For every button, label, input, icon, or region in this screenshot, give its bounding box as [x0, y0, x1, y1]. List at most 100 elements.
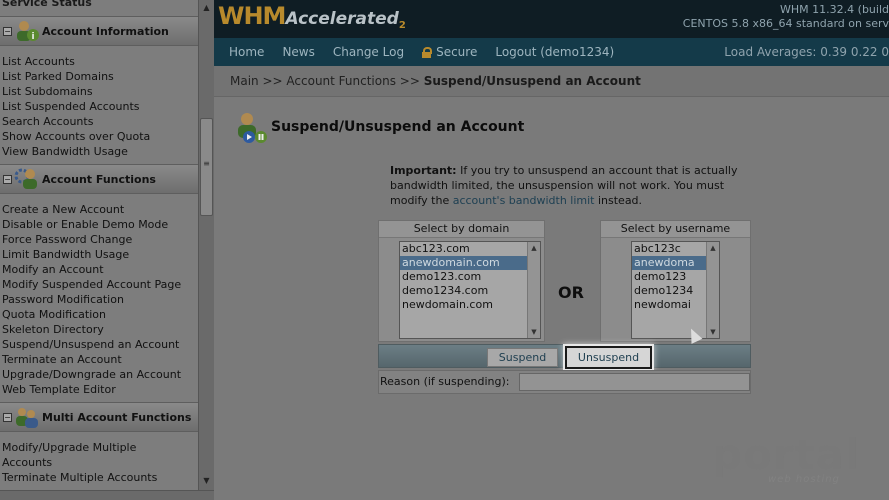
sidebar-content: Service Status − i Account Information L…	[0, 0, 198, 500]
app-header: WHMAccelerated2 WHM 11.32.4 (build CENTO…	[214, 0, 889, 38]
whm-version: WHM 11.32.4 (build	[780, 3, 889, 16]
sidebar-item-view-bandwidth-usage[interactable]: View Bandwidth Usage	[2, 144, 128, 159]
breadcrumb-current: Suspend/Unsuspend an Account	[423, 74, 641, 88]
sidebar-item-terminate-account[interactable]: Terminate an Account	[2, 352, 122, 367]
reason-label: Reason (if suspending):	[380, 375, 510, 388]
breadcrumb-account-functions[interactable]: Account Functions	[286, 74, 396, 88]
sidebar-scrollbar[interactable]: ▲ ≡ ▼	[198, 0, 214, 500]
bandwidth-limit-link[interactable]: account's bandwidth limit	[453, 194, 595, 207]
user-info-icon: i	[14, 19, 40, 43]
sidebar: Service Status − i Account Information L…	[0, 0, 214, 500]
logo-whm-text: WHM	[218, 2, 286, 30]
important-tail: instead.	[594, 194, 643, 207]
sidebar-item-search-accounts[interactable]: Search Accounts	[2, 114, 93, 129]
scroll-down-arrow-icon[interactable]: ▼	[707, 328, 719, 336]
server-info: WHM 11.32.4 (build CENTOS 5.8 x86_64 sta…	[683, 3, 889, 31]
collapse-toggle-icon[interactable]: −	[3, 174, 12, 184]
sidebar-item-list-suspended-accounts[interactable]: List Suspended Accounts	[2, 99, 140, 114]
collapse-toggle-icon[interactable]: −	[3, 26, 12, 36]
domain-option[interactable]: demo1234.com	[400, 284, 540, 298]
scroll-thumb[interactable]: ≡	[200, 118, 213, 216]
or-separator: OR	[558, 283, 584, 302]
sidebar-item-service-status[interactable]: Service Status	[2, 0, 92, 9]
domain-listbox[interactable]: abc123.com anewdomain.com demo123.com de…	[399, 241, 541, 339]
domain-option[interactable]: abc123.com	[400, 242, 540, 256]
scroll-up-arrow-icon[interactable]: ▲	[199, 0, 214, 15]
sidebar-item-upgrade-downgrade[interactable]: Upgrade/Downgrade an Account	[2, 367, 181, 382]
reason-input[interactable]	[519, 373, 750, 391]
sidebar-item-modify-suspended-page[interactable]: Modify Suspended Account Page	[2, 277, 181, 292]
sidebar-item-modify-upgrade-multiple-cont[interactable]: Accounts	[2, 455, 52, 470]
section-header-account-functions[interactable]: − Account Functions	[0, 164, 198, 194]
listbox-scrollbar[interactable]: ▲ ▼	[527, 242, 540, 338]
sidebar-item-force-password-change[interactable]: Force Password Change	[2, 232, 132, 247]
panel-header: Select by username	[601, 221, 750, 238]
breadcrumb: Main >> Account Functions >> Suspend/Uns…	[214, 66, 889, 97]
page-title: Suspend/Unsuspend an Account	[271, 119, 525, 135]
watermark-text: portal	[712, 430, 861, 479]
breadcrumb-separator: >>	[395, 74, 424, 88]
sidebar-item-list-subdomains[interactable]: List Subdomains	[2, 84, 93, 99]
sidebar-item-password-modification[interactable]: Password Modification	[2, 292, 124, 307]
scroll-down-arrow-icon[interactable]: ▼	[199, 473, 214, 488]
nav-news[interactable]: News	[282, 45, 314, 59]
watermark-subtext: web hosting	[768, 474, 840, 485]
sidebar-item-list-parked-domains[interactable]: List Parked Domains	[2, 69, 114, 84]
important-label: Important:	[390, 164, 457, 177]
sidebar-item-modify-upgrade-multiple[interactable]: Modify/Upgrade Multiple	[2, 440, 136, 455]
sidebar-item-quota-modification[interactable]: Quota Modification	[2, 307, 106, 322]
domain-option[interactable]: newdomain.com	[400, 298, 540, 312]
load-averages: Load Averages: 0.39 0.22 0	[724, 45, 889, 59]
top-nav: Home News Change Log Secure Logout (demo…	[214, 38, 889, 66]
os-info: CENTOS 5.8 x86_64 standard on serv	[682, 17, 889, 30]
section-header-account-information[interactable]: − i Account Information	[0, 16, 198, 46]
nav-logout[interactable]: Logout (demo1234)	[495, 45, 614, 59]
whm-logo[interactable]: WHMAccelerated2	[218, 2, 406, 31]
grip-icon: ≡	[203, 159, 210, 168]
multi-user-icon	[14, 405, 40, 429]
sidebar-item-terminate-multiple[interactable]: Terminate Multiple Accounts	[2, 470, 157, 485]
unsuspend-button[interactable]: Unsuspend	[565, 346, 652, 369]
sidebar-item-list-accounts[interactable]: List Accounts	[2, 54, 75, 69]
breadcrumb-main[interactable]: Main	[230, 74, 259, 88]
nav-change-log[interactable]: Change Log	[333, 45, 404, 59]
nav-secure-label: Secure	[436, 45, 478, 59]
section-title: Account Information	[42, 24, 169, 38]
username-listbox[interactable]: abc123c anewdoma demo123 demo1234 newdom…	[631, 241, 720, 339]
sidebar-item-skeleton-directory[interactable]: Skeleton Directory	[2, 322, 104, 337]
sidebar-item-web-template-editor[interactable]: Web Template Editor	[2, 382, 116, 397]
section-title: Account Functions	[42, 172, 156, 186]
listbox-scrollbar[interactable]: ▲ ▼	[706, 242, 719, 338]
suspend-user-icon	[234, 112, 268, 144]
sidebar-item-limit-bandwidth[interactable]: Limit Bandwidth Usage	[2, 247, 129, 262]
sidebar-item-show-accounts-over-quota[interactable]: Show Accounts over Quota	[2, 129, 150, 144]
select-by-domain-panel: Select by domain abc123.com anewdomain.c…	[378, 220, 545, 342]
reason-row: Reason (if suspending):	[378, 370, 751, 394]
important-notice: Important: If you try to unsuspend an ac…	[390, 163, 750, 208]
domain-option-selected[interactable]: anewdomain.com	[400, 256, 540, 270]
logo-accelerated-text: Accelerated	[285, 9, 399, 29]
collapse-toggle-icon[interactable]: −	[3, 412, 12, 422]
nav-secure[interactable]: Secure	[422, 45, 477, 59]
scroll-down-arrow-icon[interactable]: ▼	[528, 328, 540, 336]
sidebar-item-suspend-unsuspend[interactable]: Suspend/Unsuspend an Account	[2, 337, 179, 352]
user-gear-icon	[14, 167, 40, 191]
sidebar-item-demo-mode[interactable]: Disable or Enable Demo Mode	[2, 217, 168, 232]
sidebar-horizontal-scrollbar[interactable]	[0, 490, 214, 500]
breadcrumb-separator: >>	[258, 74, 287, 88]
panel-header: Select by domain	[379, 221, 544, 238]
sidebar-item-modify-account[interactable]: Modify an Account	[2, 262, 104, 277]
section-header-multi-account-functions[interactable]: − Multi Account Functions	[0, 402, 198, 432]
nav-home[interactable]: Home	[229, 45, 264, 59]
lock-icon	[422, 46, 433, 58]
scroll-up-arrow-icon[interactable]: ▲	[707, 244, 719, 252]
suspend-button[interactable]: Suspend	[487, 348, 558, 367]
section-title: Multi Account Functions	[42, 410, 192, 424]
scroll-up-arrow-icon[interactable]: ▲	[528, 244, 540, 252]
sidebar-item-create-new-account[interactable]: Create a New Account	[2, 202, 124, 217]
portal-watermark-logo: portal web hosting	[708, 430, 861, 490]
domain-option[interactable]: demo123.com	[400, 270, 540, 284]
svg-text:i: i	[31, 32, 34, 42]
select-by-username-panel: Select by username abc123c anewdoma demo…	[600, 220, 751, 342]
logo-version-text: 2	[398, 20, 406, 32]
